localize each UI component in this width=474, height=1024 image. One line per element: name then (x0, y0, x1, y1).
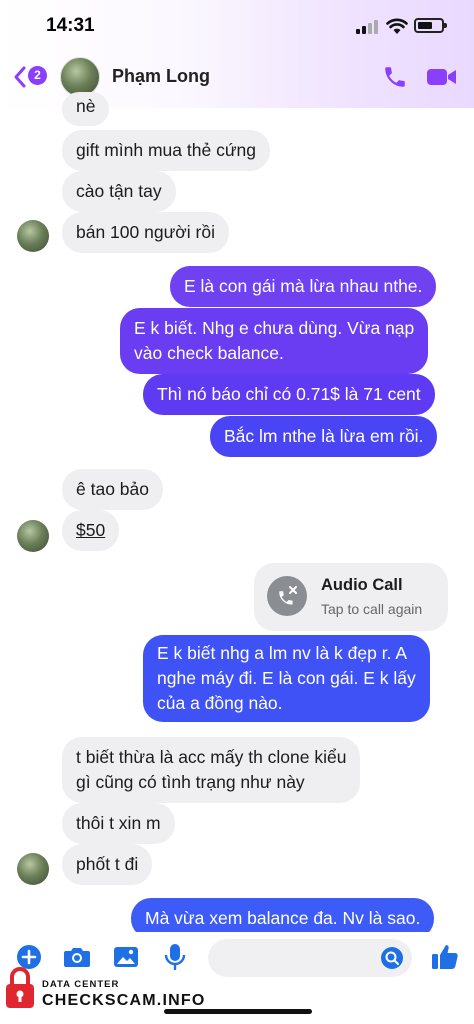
gallery-icon[interactable] (113, 945, 139, 969)
message-text-line: của a đồng nào. (157, 693, 283, 713)
message-text-line: vào check balance. (134, 343, 284, 363)
message-text-line: E k biết. Nhg e chưa dùng. Vừa nạp (134, 318, 415, 338)
message-text: cào tận tay (76, 181, 162, 201)
message-outgoing[interactable]: Thì nó báo chỉ có 0.71$ là 71 cent (143, 374, 435, 415)
contact-avatar[interactable] (60, 57, 100, 97)
message-incoming[interactable]: bán 100 người rồi (62, 212, 229, 253)
phone-call-icon[interactable] (382, 64, 408, 90)
audio-call-subtitle: Tap to call again (321, 601, 423, 617)
sender-avatar[interactable] (17, 220, 49, 252)
message-outgoing[interactable]: Bắc lm nthe là lừa em rồi. (210, 416, 438, 457)
message-text-line: gì cũng có tình trạng như này (76, 772, 305, 792)
message-incoming[interactable]: t biết thừa là acc mấy th clone kiểu gì … (62, 737, 361, 803)
video-call-icon[interactable] (426, 65, 458, 89)
message-text: ê tao bảo (76, 479, 149, 499)
message-text: Mà vừa xem balance đa. Nv là sao. (145, 908, 421, 928)
sender-avatar[interactable] (17, 853, 49, 885)
message-incoming[interactable]: ê tao bảo (62, 469, 163, 510)
missed-call-icon (267, 576, 307, 616)
message-text: Bắc lm nthe là lừa em rồi. (224, 426, 424, 446)
message-outgoing[interactable]: E k biết. Nhg e chưa dùng. Vừa nạp vào c… (120, 308, 429, 374)
status-bar: 14:31 (0, 0, 474, 54)
watermark-title: CHECKSCAM.INFO (42, 992, 206, 1009)
message-incoming[interactable]: cào tận tay (62, 171, 176, 212)
message-incoming[interactable]: thôi t xin m (62, 803, 175, 844)
message-text: E là con gái mà lừa nhau nthe. (184, 276, 423, 296)
message-incoming[interactable]: nè (62, 92, 110, 126)
wifi-icon (386, 18, 408, 34)
message-text: thôi t xin m (76, 813, 161, 833)
emoji-search-icon[interactable] (380, 946, 404, 970)
lock-logo-icon (6, 967, 34, 1008)
message-text-line: nghe máy đi. E là con gái. E k lấy (157, 668, 416, 688)
home-indicator (164, 1009, 312, 1014)
message-text-line: E k biết nhg a lm nv là k đẹp r. A (157, 643, 407, 663)
message-outgoing[interactable]: E k biết nhg a lm nv là k đẹp r. A nghe … (143, 635, 430, 722)
message-text-line: t biết thừa là acc mấy th clone kiểu (76, 747, 347, 767)
battery-icon (414, 18, 447, 33)
message-outgoing[interactable]: E là con gái mà lừa nhau nthe. (170, 266, 437, 307)
unread-badge: 2 (28, 66, 47, 85)
contact-name[interactable]: Phạm Long (112, 66, 210, 87)
message-incoming[interactable]: gift mình mua thẻ cứng (62, 130, 270, 171)
message-incoming[interactable]: phốt t đi (62, 844, 153, 885)
message-text: gift mình mua thẻ cứng (76, 140, 256, 160)
message-incoming[interactable]: $50 (62, 510, 120, 551)
status-time: 14:31 (46, 15, 95, 36)
sender-avatar[interactable] (17, 520, 49, 552)
microphone-icon[interactable] (164, 943, 186, 971)
cellular-signal-icon (356, 20, 378, 34)
thumbs-up-icon[interactable] (430, 942, 460, 972)
watermark-caption: DATA CENTER (42, 979, 120, 990)
message-text: nè (76, 96, 96, 116)
audio-call-title: Audio Call (321, 576, 403, 594)
message-link[interactable]: $50 (76, 520, 105, 540)
message-text: bán 100 người rồi (76, 222, 215, 242)
audio-call-card[interactable]: Audio Call Tap to call again (254, 563, 448, 631)
message-text: phốt t đi (76, 854, 139, 874)
message-text: Thì nó báo chỉ có 0.71$ là 71 cent (157, 384, 421, 404)
camera-icon[interactable] (63, 945, 91, 969)
